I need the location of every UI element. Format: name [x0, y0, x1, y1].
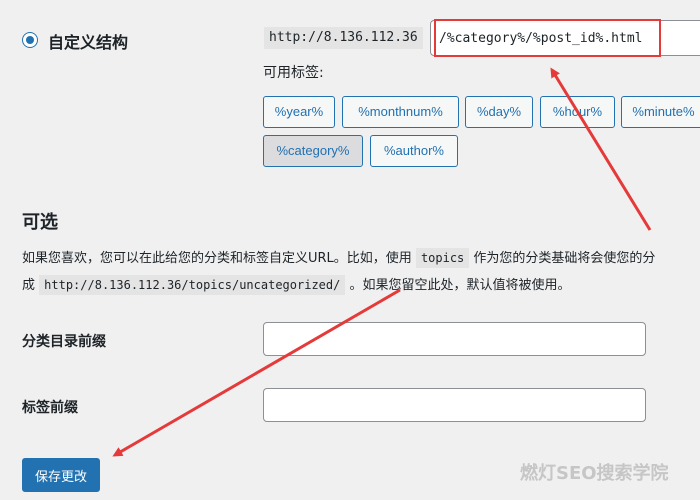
custom-structure-label: 自定义结构	[48, 33, 129, 52]
tag-minute-button[interactable]: %minute%	[621, 96, 700, 128]
tag-base-input[interactable]	[263, 388, 646, 422]
custom-structure-input[interactable]	[430, 20, 700, 56]
save-changes-button[interactable]: 保存更改	[22, 458, 101, 492]
optional-description: 如果您喜欢，您可以在此给您的分类和标签自定义URL。比如，使用 topics 作…	[22, 245, 700, 299]
tag-hour-button[interactable]: %hour%	[540, 96, 615, 128]
watermark-text: 燃灯SEO搜索学院	[520, 463, 669, 484]
code-example-url: http://8.136.112.36/topics/uncategorized…	[39, 275, 346, 295]
tag-author-button[interactable]: %author%	[370, 135, 458, 167]
optional-section-title: 可选	[22, 212, 58, 233]
tag-category-button[interactable]: %category%	[263, 135, 363, 167]
custom-structure-radio[interactable]	[22, 32, 38, 48]
category-base-label: 分类目录前缀	[22, 334, 106, 350]
tag-monthnum-button[interactable]: %monthnum%	[342, 96, 459, 128]
category-base-input[interactable]	[263, 322, 646, 356]
tag-day-button[interactable]: %day%	[465, 96, 533, 128]
arrow-to-structure-input	[550, 67, 652, 231]
url-prefix: http://8.136.112.36	[264, 27, 423, 49]
code-topics: topics	[415, 248, 470, 268]
tag-year-button[interactable]: %year%	[263, 96, 335, 128]
arrow-to-save-button	[112, 288, 401, 457]
available-tags-label: 可用标签:	[263, 65, 324, 81]
tag-base-label: 标签前缀	[22, 400, 78, 416]
